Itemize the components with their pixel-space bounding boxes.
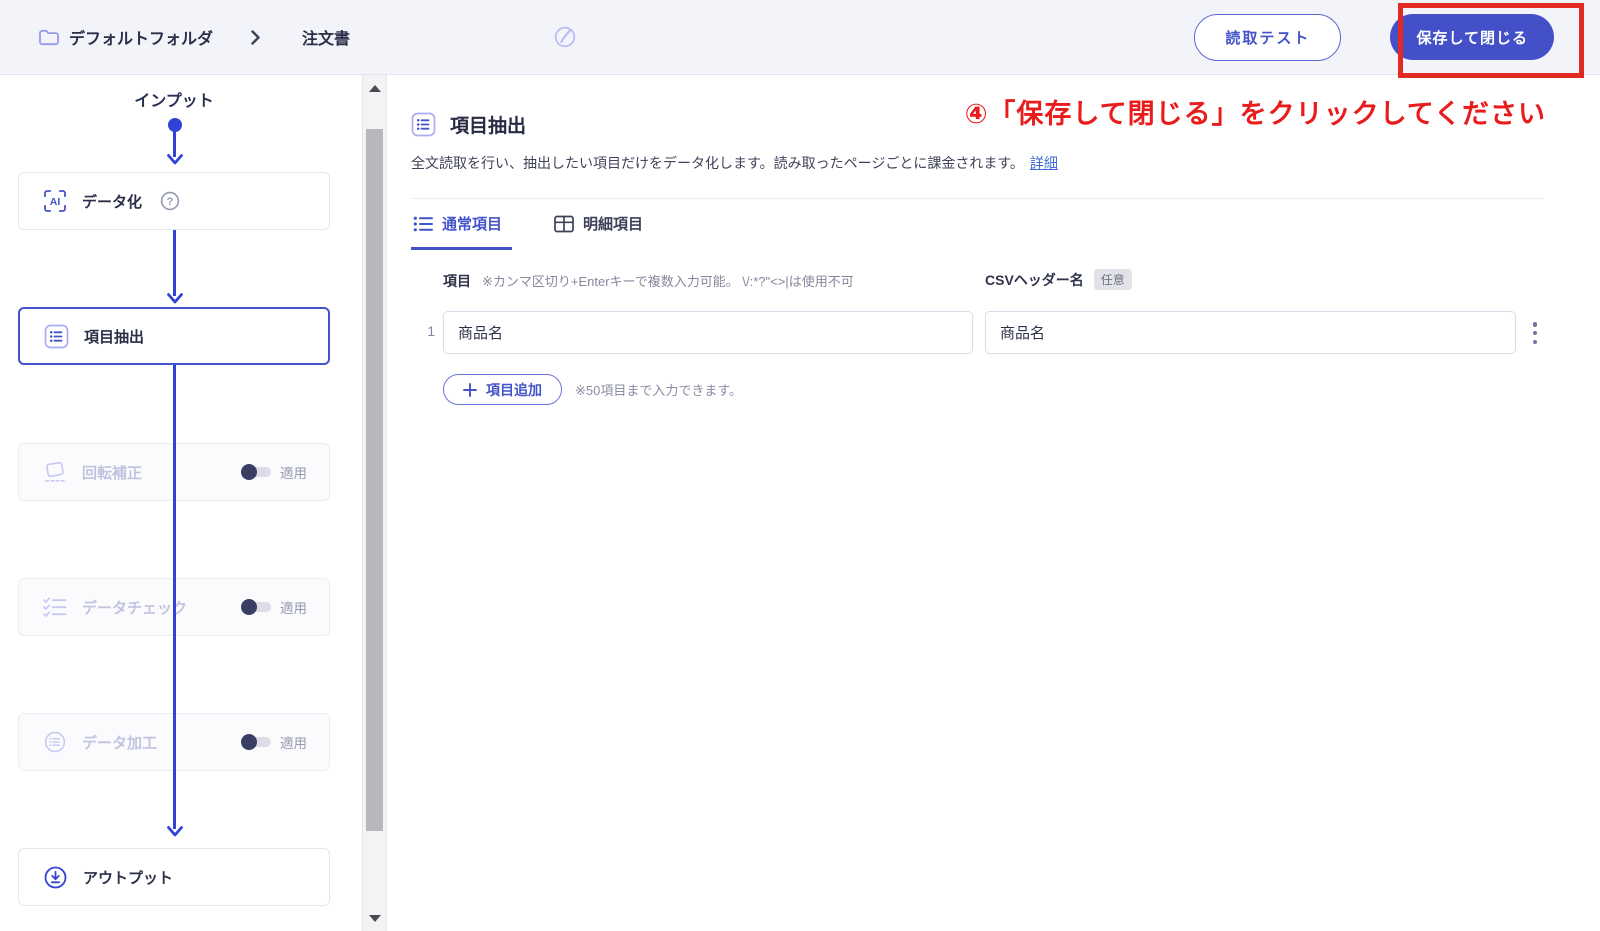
node-label: 回転補正 [82,464,143,482]
top-bar: デフォルトフォルダ 注文書 読取テスト 保存して閉じる [0,0,1600,75]
csv-column-label: CSVヘッダー名 [985,271,1084,288]
flow-arrow-icon [166,293,184,305]
edit-icon[interactable] [550,22,580,52]
folder-icon [38,28,60,47]
input-label: インプット [134,93,214,110]
row-index: 1 [427,323,435,339]
breadcrumb-folder-label: デフォルトフォルダ [69,31,214,48]
page-title: 項目抽出 [450,116,527,137]
ai-icon: AI [42,188,68,214]
tabs: 通常項目 明細項目 [411,213,653,250]
tab-label: 明細項目 [583,216,644,233]
page-description: 全文読取を行い、抽出したい項目だけをデータ化します。読み取ったページごとに課金さ… [411,155,1058,171]
chevron-right-icon [249,29,262,46]
csv-header-input[interactable] [985,311,1516,354]
svg-text:AI: AI [50,196,61,208]
node-label: 項目抽出 [84,328,145,346]
item-column-note: ※カンマ区切り+Enterキーで複数入力可能。 \/:*?"<>|は使用不可 [482,274,854,289]
tab-normal-items[interactable]: 通常項目 [411,213,513,250]
checklist-icon [42,596,68,618]
tab-label: 通常項目 [442,216,503,233]
node-label: データチェック [82,599,188,617]
topbar-actions: 読取テスト 保存して閉じる [1194,13,1570,61]
rotate-icon [42,460,68,485]
node-dataka[interactable]: AI データ化 ? [18,172,330,230]
detail-link[interactable]: 詳細 [1030,155,1058,171]
add-item-button[interactable]: 項目追加 [443,374,562,405]
apply-toggle[interactable] [241,734,271,750]
scroll-down-icon[interactable] [363,907,386,929]
workflow-sidebar: インプット AI データ化 ? 項目抽出 回転補正 適用 データチェック 適用 … [0,75,362,931]
apply-label: 適用 [280,466,307,481]
apply-label: 適用 [280,601,307,616]
flow-arrow-icon [166,154,184,166]
node-label: アウトプット [83,869,174,887]
column-header-item: 項目 ※カンマ区切り+Enterキーで複数入力可能。 \/:*?"<>|は使用不… [443,271,854,291]
scroll-up-icon[interactable] [363,77,386,99]
add-item-label: 項目追加 [486,381,542,398]
apply-toggle[interactable] [241,599,271,615]
node-koumoku-chushutsu[interactable]: 項目抽出 [18,307,330,365]
sidebar-scrollbar[interactable] [362,75,387,931]
read-test-button[interactable]: 読取テスト [1194,13,1342,61]
item-name-input[interactable] [443,311,973,354]
optional-badge: 任意 [1093,269,1132,290]
process-icon [42,729,68,755]
list-icon [410,111,437,138]
output-icon [42,864,69,891]
flow-line [173,125,176,157]
add-note: ※50項目まで入力できます。 [575,383,743,398]
annotation-text: ④「保存して閉じる」をクリックしてください [964,99,1546,129]
app-window: デフォルトフォルダ 注文書 読取テスト 保存して閉じる ④「保存して閉じる」をク… [0,0,1600,931]
flow-line [173,365,176,829]
node-label: データ加工 [82,734,158,752]
divider [411,198,1544,199]
svg-text:?: ? [167,196,174,208]
table-icon [554,215,574,233]
apply-toggle[interactable] [241,464,271,480]
item-column-label: 項目 [443,273,471,289]
add-row: 項目追加 ※50項目まで入力できます。 [443,374,742,405]
node-output[interactable]: アウトプット [18,848,330,906]
flow-arrow-icon [166,826,184,838]
scrollbar-thumb[interactable] [366,129,383,831]
list-icon [43,323,70,350]
main-panel: 項目抽出 全文読取を行い、抽出したい項目だけをデータ化します。読み取ったページご… [387,75,1600,931]
save-and-close-button[interactable]: 保存して閉じる [1390,14,1554,60]
tab-detail-items[interactable]: 明細項目 [552,213,653,250]
node-label: データ化 [82,193,143,211]
plus-icon [463,382,477,397]
row-menu-icon[interactable] [1527,321,1543,345]
apply-label: 適用 [280,736,307,751]
breadcrumb-document-label: 注文書 [302,31,351,48]
help-icon[interactable]: ? [158,189,182,213]
list-icon [413,215,433,233]
column-header-csv: CSVヘッダー名 任意 [985,269,1132,290]
flow-line [173,230,176,296]
breadcrumb-folder[interactable]: デフォルトフォルダ [38,25,213,49]
